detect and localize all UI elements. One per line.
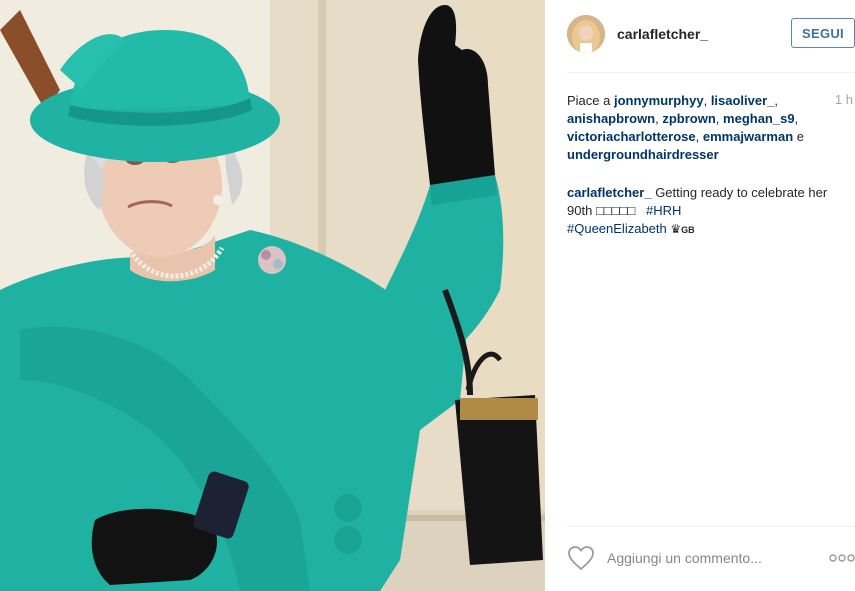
likes-conjunction: e: [796, 129, 805, 144]
like-user[interactable]: zpbrown: [662, 111, 715, 126]
post-photo: [0, 0, 545, 591]
avatar[interactable]: [567, 15, 605, 53]
avatar-image: [567, 15, 605, 53]
comment-bar: [567, 540, 855, 576]
author-username[interactable]: carlafletcher_: [617, 26, 708, 42]
like-user[interactable]: anishapbrown: [567, 111, 655, 126]
likes-summary: Piace a jonnymurphyy, lisaoliver_, anish…: [567, 93, 805, 162]
comment-input[interactable]: [607, 546, 807, 570]
hashtag-queenelizabeth[interactable]: #QueenElizabeth: [567, 221, 667, 236]
like-user[interactable]: emmajwarman: [703, 129, 793, 144]
post-timestamp[interactable]: 1 h: [835, 92, 853, 107]
gb-flag-icon: GB: [681, 225, 695, 235]
like-user[interactable]: victoriacharlotterose: [567, 129, 696, 144]
caption-emoji-placeholders: □□□□□: [595, 203, 636, 218]
hashtag-hrh[interactable]: #HRH: [646, 203, 681, 218]
heart-icon[interactable]: [567, 545, 595, 571]
comments-divider: [567, 526, 855, 527]
like-user[interactable]: undergroundhairdresser: [567, 147, 719, 162]
queen-photo-illustration: [0, 0, 545, 591]
post-side-panel: carlafletcher_ SEGUI Piace a jonnymurphy…: [545, 0, 855, 591]
instagram-post: carlafletcher_ SEGUI Piace a jonnymurphy…: [0, 0, 855, 591]
like-user[interactable]: meghan_s9: [723, 111, 795, 126]
follow-button[interactable]: SEGUI: [791, 18, 855, 48]
crown-icon: ♛: [670, 222, 682, 236]
header-divider: [567, 72, 855, 73]
post-header: carlafletcher_ SEGUI: [567, 12, 855, 56]
caption-username[interactable]: carlafletcher_: [567, 185, 652, 200]
post-caption: carlafletcher_ Getting ready to celebrat…: [567, 184, 847, 239]
more-options-icon[interactable]: [829, 552, 855, 564]
like-user[interactable]: jonnymurphyy: [614, 93, 704, 108]
likes-prefix: Piace a: [567, 93, 611, 108]
like-user[interactable]: lisaoliver_: [711, 93, 775, 108]
